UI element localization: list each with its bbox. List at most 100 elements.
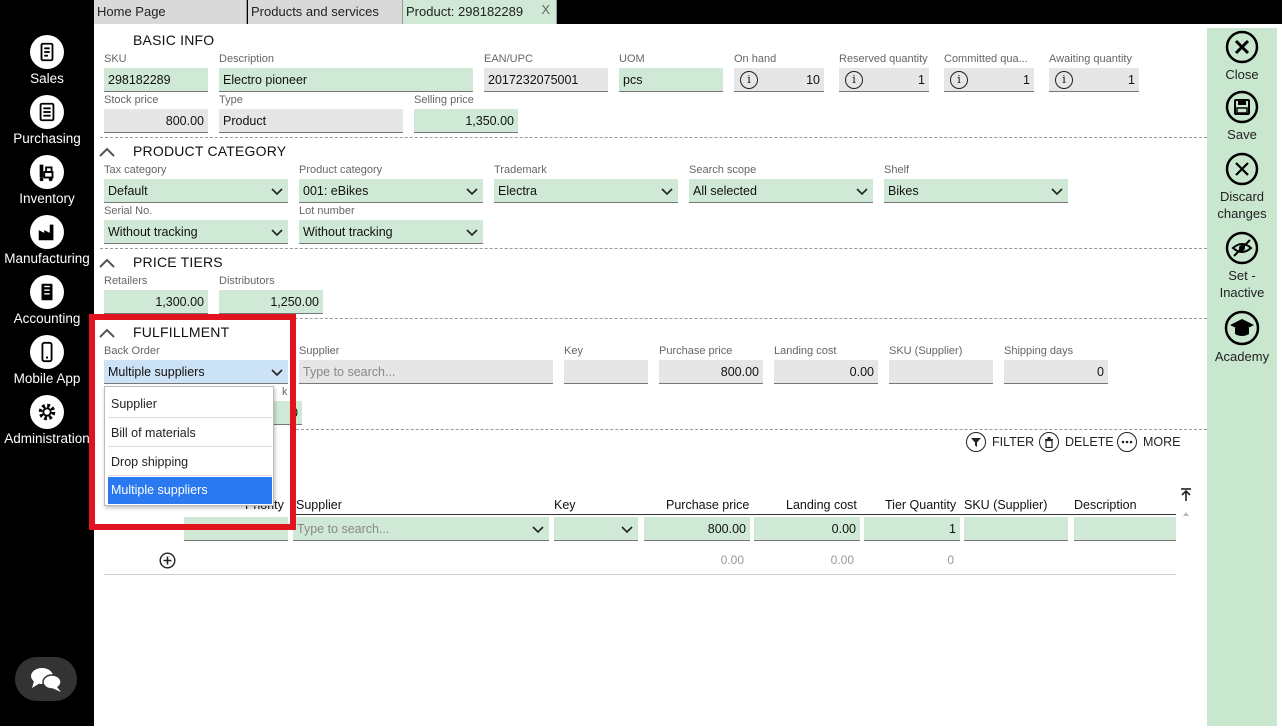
close-button[interactable]: Close — [1207, 30, 1277, 83]
row-supplier-select[interactable]: Type to search... — [293, 517, 549, 541]
dropdown-option-drop-shipping[interactable]: Drop shipping — [108, 449, 272, 476]
row-tier-quantity-field[interactable]: 1 — [864, 517, 960, 541]
retailers-field[interactable]: 1,300.00 — [104, 290, 208, 314]
nav-manufacturing[interactable]: Manufacturing — [0, 215, 94, 267]
lot-number-value: Without tracking — [303, 225, 393, 239]
nav-label: Mobile App — [13, 371, 81, 386]
selling-price-field[interactable]: 1,350.00 — [414, 109, 518, 133]
sku-supplier-field[interactable] — [889, 360, 993, 384]
add-row-icon[interactable] — [159, 552, 176, 569]
back-order-dropdown-list: Supplier Bill of materials Drop shipping… — [104, 386, 274, 506]
col-header-purchase-price[interactable]: Purchase price — [666, 498, 749, 512]
row-supplier-placeholder: Type to search... — [297, 522, 390, 536]
academy-label: Academy — [1214, 349, 1270, 364]
nav-label: Manufacturing — [4, 251, 90, 266]
distributors-field[interactable]: 1,250.00 — [219, 290, 323, 314]
tab-home-page[interactable]: Home Page — [94, 0, 247, 24]
info-icon[interactable]: i — [1055, 71, 1073, 89]
save-button[interactable]: Save — [1207, 90, 1277, 143]
section-divider — [296, 429, 1207, 430]
col-header-tier-quantity[interactable]: Tier Quantity — [885, 498, 956, 512]
academy-button[interactable]: Academy — [1207, 310, 1277, 365]
product-category-select[interactable]: 001: eBikes — [299, 179, 483, 203]
committed-field: i1 — [944, 68, 1034, 92]
back-order-select[interactable]: Multiple suppliers — [104, 360, 288, 384]
collapse-chevron-icon[interactable] — [98, 257, 116, 269]
row-key-select[interactable] — [554, 517, 638, 541]
tab-product-detail[interactable]: Product: 298182289 X — [403, 0, 557, 24]
nav-mobile-app[interactable]: Mobile App — [0, 335, 94, 387]
retailers-label: Retailers — [104, 275, 148, 287]
shipping-days-field[interactable]: 0 — [1004, 360, 1108, 384]
close-icon — [1225, 30, 1259, 64]
row-purchase-price-field[interactable]: 800.00 — [644, 517, 750, 541]
nav-sales[interactable]: Sales — [0, 35, 94, 87]
nav-accounting[interactable]: Accounting — [0, 275, 94, 327]
row-sku-supplier-field[interactable] — [964, 517, 1068, 541]
tab-products-and-services[interactable]: Products and services — [248, 0, 403, 24]
row-description-field[interactable] — [1074, 517, 1176, 541]
lot-number-select[interactable]: Without tracking — [299, 220, 483, 244]
col-header-supplier[interactable]: Supplier — [296, 498, 342, 512]
nav-label: Accounting — [13, 311, 81, 326]
chevron-down-icon — [856, 188, 868, 196]
save-label: Save — [1227, 127, 1257, 142]
dropdown-option-supplier[interactable]: Supplier — [108, 391, 272, 418]
mobile-app-icon — [30, 335, 64, 369]
chat-icon — [31, 668, 62, 692]
row-priority-field[interactable] — [184, 517, 288, 541]
dropdown-option-bill-of-materials[interactable]: Bill of materials — [108, 420, 272, 447]
info-icon[interactable]: i — [740, 71, 758, 89]
total-landing-cost: 0.00 — [830, 553, 854, 567]
chevron-down-icon — [661, 188, 673, 196]
delete-button[interactable]: DELETE — [1039, 432, 1114, 452]
shelf-value: Bikes — [888, 184, 919, 198]
collapse-chevron-icon[interactable] — [98, 146, 116, 158]
col-header-description[interactable]: Description — [1074, 498, 1137, 512]
reserved-label: Reserved quantity — [839, 53, 928, 65]
collapse-chevron-icon[interactable] — [98, 327, 116, 339]
landing-cost-field[interactable]: 0.00 — [774, 360, 878, 384]
col-header-landing-cost[interactable]: Landing cost — [786, 498, 857, 512]
chevron-down-icon — [621, 526, 633, 534]
nav-inventory[interactable]: Inventory — [0, 155, 94, 207]
row-landing-cost-field[interactable]: 0.00 — [754, 517, 860, 541]
purchasing-icon — [30, 95, 64, 129]
uom-field[interactable]: pcs — [619, 68, 723, 92]
set-inactive-button[interactable]: Set - Inactive — [1207, 231, 1277, 301]
tax-category-select[interactable]: Default — [104, 179, 288, 203]
scroll-to-top-icon[interactable] — [1178, 486, 1194, 522]
description-field[interactable]: Electro pioneer — [219, 68, 473, 92]
chat-button[interactable] — [15, 657, 77, 701]
more-button[interactable]: MORE — [1117, 432, 1181, 452]
tab-bar: Home Page Products and services Product:… — [94, 0, 1282, 24]
sku-field[interactable]: 298182289 — [104, 68, 208, 92]
info-icon[interactable]: i — [950, 71, 968, 89]
key-field[interactable] — [564, 360, 648, 384]
shelf-select[interactable]: Bikes — [884, 179, 1068, 203]
hidden-field-label-fragment: k — [282, 386, 288, 398]
serial-no-select[interactable]: Without tracking — [104, 220, 288, 244]
type-field[interactable]: Product — [219, 109, 403, 133]
hidden-field-fragment[interactable]: 0 — [270, 401, 302, 425]
trademark-select[interactable]: Electra — [494, 179, 678, 203]
grid-scrollbar[interactable] — [1178, 486, 1194, 726]
nav-purchasing[interactable]: Purchasing — [0, 95, 94, 147]
search-scope-select[interactable]: All selected — [689, 179, 873, 203]
stock-price-field[interactable]: 800.00 — [104, 109, 208, 133]
nav-label: Purchasing — [13, 131, 81, 146]
col-header-sku-supplier[interactable]: SKU (Supplier) — [964, 498, 1047, 512]
ean-field[interactable]: 2017232075001 — [484, 68, 608, 92]
info-icon[interactable]: i — [845, 71, 863, 89]
col-header-key[interactable]: Key — [554, 498, 576, 512]
nav-administration[interactable]: Administration — [0, 395, 94, 447]
discard-label: Discard changes — [1217, 189, 1267, 221]
tab-close-icon[interactable]: X — [541, 0, 550, 22]
description-label: Description — [219, 53, 275, 65]
supplier-search-input[interactable]: Type to search... — [299, 360, 553, 384]
purchase-price-field[interactable]: 800.00 — [659, 360, 763, 384]
discard-changes-button[interactable]: Discard changes — [1207, 152, 1277, 222]
filter-button[interactable]: FILTER — [966, 432, 1034, 452]
dropdown-option-multiple-suppliers[interactable]: Multiple suppliers — [108, 477, 272, 504]
chevron-down-icon — [271, 188, 283, 196]
